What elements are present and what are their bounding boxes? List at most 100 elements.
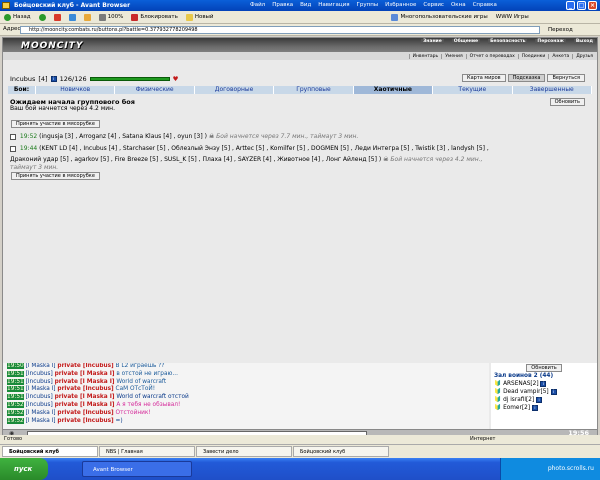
nav-exit[interactable]: Выход <box>573 39 595 44</box>
online-user[interactable]: 🔰 Eomer[2] i <box>494 404 594 412</box>
room-title: Зал воинов 2 (44) <box>494 373 554 379</box>
address-input[interactable]: http://mooncity.combats.ru/buttons.pl?ba… <box>20 26 540 34</box>
hint-button[interactable]: Подсказка <box>507 74 546 82</box>
zoom-icon <box>98 13 106 21</box>
fight-note: Бой начнется через 4.2 мин., <box>390 156 483 163</box>
return-button[interactable]: Вернуться <box>547 74 585 82</box>
player-info: Incubus [4] i 126/126 ♥ <box>10 75 178 83</box>
subnav-friends[interactable]: Друзья <box>572 53 593 59</box>
online-user[interactable]: 🔰 dj israfil[2] i <box>494 396 594 404</box>
join-fight-button[interactable]: Принять участие в мясорубке <box>11 172 100 180</box>
zoom-control[interactable]: 100% <box>97 12 126 23</box>
skull-icon: ☠ <box>208 133 215 140</box>
subnav-skills[interactable]: Умения <box>441 53 463 59</box>
new-button[interactable]: Новый <box>184 12 216 23</box>
site-logo: MOONCITY <box>21 41 84 51</box>
world-map-button[interactable]: Карта миров <box>462 74 506 82</box>
browser-toolbar: Назад 100% Блокировать Новый Многопользо… <box>0 11 600 24</box>
browser-tab[interactable]: Бойцовский клуб <box>2 446 98 457</box>
www-games-link[interactable]: WWW Игры <box>494 12 531 23</box>
info-icon[interactable]: i <box>50 76 57 82</box>
tab-current[interactable]: Текущие <box>433 86 513 94</box>
menu-favorites[interactable]: Избранное <box>385 0 416 11</box>
online-refresh-button[interactable]: Обновить <box>526 364 562 372</box>
fight-players-continued: Драконий удар [5] , agarkov [5] , Fire B… <box>10 156 382 163</box>
nav-knowledge[interactable]: Знание <box>421 39 444 44</box>
join-fight-button[interactable]: Принять участие в мясорубке <box>11 120 100 128</box>
subnav-profile[interactable]: Анкета <box>548 53 569 59</box>
player-hp: 126/126 <box>59 75 87 83</box>
address-label: Адрес <box>3 26 21 32</box>
refresh-button[interactable]: Обновить <box>549 98 585 106</box>
chat-log: 19:50 [I Maska I] private [Incubus] В L2… <box>3 363 489 429</box>
maximize-icon[interactable]: □ <box>577 1 586 10</box>
fight-note: Бой начнется через 7.7 мин., таймаут 3 м… <box>216 133 359 140</box>
refresh-icon <box>68 13 76 21</box>
nav-communication[interactable]: Общение <box>451 39 481 44</box>
top-nav: Знание Общение Безопасность Персонаж Вых… <box>421 39 595 44</box>
fight-time: 19:44 <box>19 145 38 152</box>
chat-line: 19:52 [Incubus] private [I Maska I] А я … <box>7 401 181 408</box>
tab-novice[interactable]: Новичков <box>36 86 116 94</box>
back-button[interactable]: Назад <box>2 12 33 23</box>
menu-tools[interactable]: Сервис <box>423 0 444 11</box>
fight-time: 19:52 <box>19 133 38 140</box>
online-user[interactable]: 🔰 ARSENAS[2] i <box>494 380 594 388</box>
home-button[interactable] <box>82 12 93 23</box>
online-list: Обновить Зал воинов 2 (44) 🔰 ARSENAS[2] … <box>491 363 597 429</box>
go-button[interactable]: Переход <box>548 25 573 35</box>
fight-radio[interactable] <box>10 133 16 140</box>
tab-chaotic[interactable]: Хаотичные <box>353 86 434 94</box>
tab-physical[interactable]: Физические <box>115 86 195 94</box>
home-icon <box>83 13 91 21</box>
multiuser-games-link[interactable]: Многопользовательские игры <box>389 12 489 23</box>
menu-help[interactable]: Справка <box>473 0 497 11</box>
status-zone: Интернет <box>470 436 496 442</box>
close-icon[interactable]: × <box>588 1 597 10</box>
chat-line: 19:52 [I Maska I] private [Incubus] Отст… <box>7 409 151 416</box>
chat-line: 19:50 [I Maska I] private [Incubus] В L2… <box>7 363 165 369</box>
player-name: Incubus <box>10 75 36 83</box>
menu-windows[interactable]: Окна <box>451 0 466 11</box>
nav-character[interactable]: Персонаж <box>535 39 566 44</box>
tab-finished[interactable]: Завершенные <box>513 86 592 94</box>
browser-tab[interactable]: Бойцовский клуб <box>293 446 389 457</box>
fight-radio[interactable] <box>10 145 16 152</box>
menu-edit[interactable]: Правка <box>272 0 293 11</box>
stop-icon <box>53 13 61 21</box>
subnav-transfers[interactable]: Отчет о переводах <box>465 53 515 59</box>
forward-button[interactable] <box>37 12 48 23</box>
taskbar-item[interactable]: Avant Browser <box>82 461 192 477</box>
subnav-fights[interactable]: Поединки <box>517 53 545 59</box>
browser-tab[interactable]: Завести дело <box>196 446 292 457</box>
fight-row: 19:52 (ingusja [3] , Arroganz [4] , Sata… <box>10 133 358 140</box>
tab-group[interactable]: Групповые <box>274 86 354 94</box>
block-button[interactable]: Блокировать <box>129 12 179 23</box>
online-user[interactable]: 🔰 Dead vampir[5] i <box>494 388 594 396</box>
start-button[interactable]: пуск <box>0 458 48 480</box>
heart-icon: ♥ <box>172 75 179 83</box>
fight-note-continued: таймаут 3 мин. <box>10 164 59 171</box>
site-banner: MOONCITY Знание Общение Безопасность Пер… <box>3 38 597 60</box>
tab-contract[interactable]: Договорные <box>195 86 275 94</box>
fight-row: 19:44 (KENT LD [4] , Incubus [4] , Starc… <box>10 145 489 152</box>
chat-line: 19:52 [I Maska I] private [Incubus] =) <box>7 417 123 424</box>
menu-file[interactable]: Файл <box>250 0 265 11</box>
windows-taskbar: пуск Avant Browser photo.scrolls.ru <box>0 458 600 480</box>
menu-groups[interactable]: Группы <box>357 0 379 11</box>
stop-button[interactable] <box>52 12 63 23</box>
subnav-inventory[interactable]: Инвентарь <box>408 53 438 59</box>
status-text: Готово <box>4 436 23 442</box>
wait-subtitle: Ваш бой начнется через 4.2 мин. <box>10 105 115 112</box>
browser-tab[interactable]: NBS | Главная <box>99 446 195 457</box>
menu-navigation[interactable]: Навигация <box>318 0 349 11</box>
nav-security[interactable]: Безопасность <box>488 39 528 44</box>
back-arrow-icon <box>4 13 11 21</box>
browser-tabs: Бойцовский клуб NBS | Главная Завести де… <box>0 444 600 458</box>
player-level: [4] <box>38 75 48 83</box>
minimize-icon[interactable]: _ <box>566 1 575 10</box>
fight-players: (ingusja [3] , Arroganz [4] , Satana Kla… <box>39 133 207 140</box>
menu-view[interactable]: Вид <box>300 0 311 11</box>
refresh-button[interactable] <box>67 12 78 23</box>
fight-row-continued: Драконий удар [5] , agarkov [5] , Fire B… <box>10 156 483 163</box>
